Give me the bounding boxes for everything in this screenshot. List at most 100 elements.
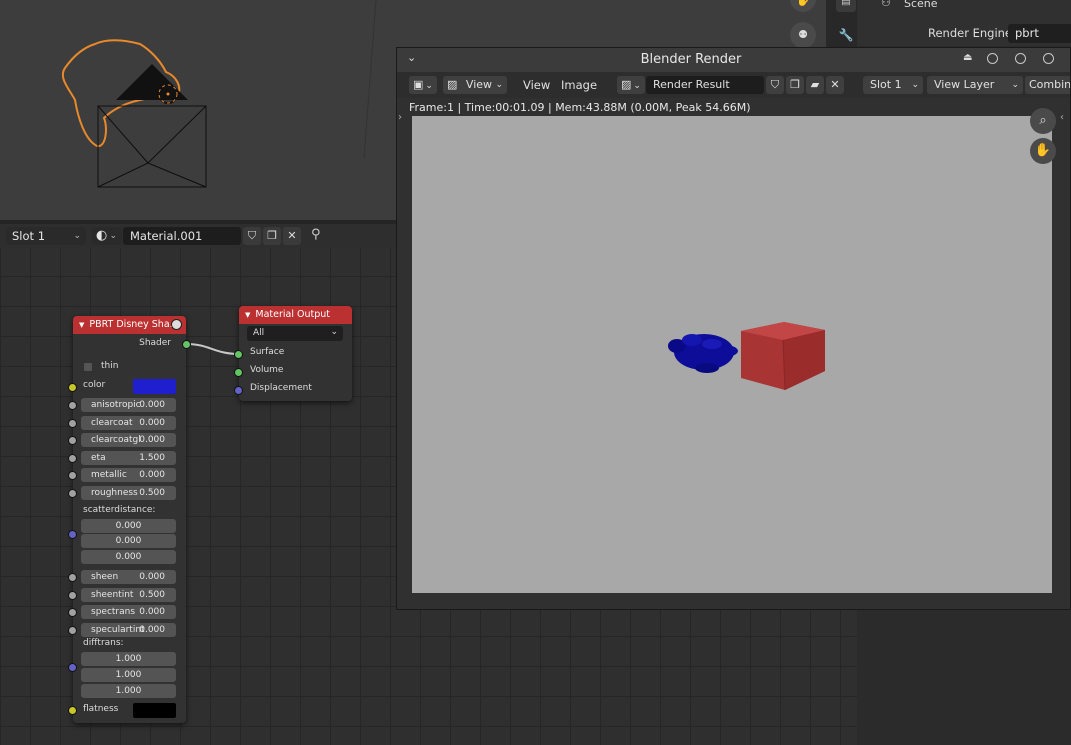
difftrans-x[interactable]: 1.000 — [81, 652, 176, 666]
render-result-image[interactable] — [412, 116, 1052, 593]
toolbar-expand-chevron-icon[interactable]: › — [398, 112, 402, 123]
unlink-image-close-icon[interactable]: ✕ — [826, 76, 844, 94]
node-header[interactable]: ▼ PBRT Disney Sha... — [73, 316, 186, 334]
difftrans-y[interactable]: 1.000 — [81, 668, 176, 682]
param-field[interactable]: clearcoat 0.000 — [81, 416, 176, 430]
properties-header: ⚇ Scene Render Engine pbrt — [857, 0, 1071, 46]
window-maximize-button[interactable] — [1015, 53, 1026, 64]
param-field[interactable]: anisotropic 0.000 — [81, 398, 176, 412]
param-field[interactable]: sheen 0.000 — [81, 570, 176, 584]
material-output-node[interactable]: ▼ Material Output All ⌄ Surface Volume Di… — [234, 306, 352, 401]
render-engine-dropdown[interactable]: pbrt — [1008, 24, 1071, 43]
pin-icon[interactable]: ⚲ — [311, 227, 321, 242]
color-swatch[interactable] — [133, 379, 176, 394]
surface-socket[interactable] — [234, 350, 243, 359]
fake-user-shield-icon[interactable]: ⛉ — [766, 76, 784, 94]
param-socket[interactable] — [68, 454, 77, 463]
param-socket[interactable] — [68, 401, 77, 410]
param-label: anisotropic — [91, 400, 141, 410]
chevron-down-icon: ⌄ — [73, 231, 81, 241]
param-field[interactable]: clearcoatgl 0.000 — [81, 433, 176, 447]
difftrans-socket[interactable] — [68, 663, 77, 672]
sidebar-expand-chevron-icon[interactable]: ‹ — [1060, 112, 1064, 123]
editor-type-button[interactable]: ▣ ⌄ — [409, 76, 437, 94]
image-name-field[interactable]: Render Result — [646, 76, 764, 94]
window-close-button[interactable] — [1043, 53, 1054, 64]
surface-label: Surface — [250, 347, 285, 357]
slot-dropdown[interactable]: Slot 1 ⌄ — [6, 227, 86, 245]
scatterdistance-y[interactable]: 0.000 — [81, 534, 176, 548]
new-image-icon[interactable]: ❐ — [786, 76, 804, 94]
param-socket[interactable] — [68, 591, 77, 600]
menu-image[interactable]: Image — [561, 76, 597, 94]
param-socket[interactable] — [68, 608, 77, 617]
node-preview-icon[interactable] — [171, 319, 182, 330]
tool-tab-icon[interactable]: 🔧 — [836, 28, 856, 48]
param-value: 0.500 — [139, 590, 165, 600]
scatterdistance-x[interactable]: 0.000 — [81, 519, 176, 533]
image-editor-header: ▣ ⌄ ▨ View ⌄ View Image ▨ ⌄ Render Result … — [397, 72, 1070, 98]
menu-view[interactable]: View — [523, 76, 550, 94]
param-field[interactable]: metallic 0.000 — [81, 468, 176, 482]
window-eject-icon[interactable]: ⏏ — [963, 52, 972, 63]
param-field[interactable]: sheentint 0.500 — [81, 588, 176, 602]
displacement-socket[interactable] — [234, 386, 243, 395]
camera-view-icon[interactable]: ⚉ — [790, 22, 816, 48]
chevron-down-icon: ⌄ — [1011, 80, 1019, 90]
param-label: sheen — [91, 572, 119, 582]
image-browse-button[interactable]: ▨ ⌄ — [617, 76, 645, 94]
param-field[interactable]: eta 1.500 — [81, 451, 176, 465]
zoom-magnifier-icon[interactable]: ⌕ — [1030, 108, 1056, 134]
pan-hand-icon[interactable]: ✋ — [1030, 138, 1056, 164]
render-window[interactable]: ⌄ Blender Render ⏏ ▣ ⌄ ▨ View ⌄ View Imag… — [396, 47, 1071, 610]
flatness-swatch[interactable] — [133, 703, 176, 718]
chevron-down-icon: ⌄ — [109, 231, 117, 241]
volume-socket[interactable] — [234, 368, 243, 377]
param-socket[interactable] — [68, 573, 77, 582]
image-editor-icon: ▣ — [413, 78, 424, 91]
param-value: 0.500 — [139, 488, 165, 498]
param-socket[interactable] — [68, 471, 77, 480]
scatterdistance-z[interactable]: 0.000 — [81, 550, 176, 564]
node-header[interactable]: ▼ Material Output — [239, 306, 352, 324]
param-value: 0.000 — [139, 572, 165, 582]
shader-output-label: Shader — [139, 338, 171, 348]
output-target-dropdown[interactable]: All ⌄ — [247, 326, 343, 341]
scene-label: Scene — [904, 0, 938, 10]
render-slot-dropdown[interactable]: Slot 1 ⌄ — [863, 76, 923, 94]
render-tab-icon[interactable]: ▤ — [836, 0, 856, 12]
scatterdistance-socket[interactable] — [68, 530, 77, 539]
param-label: spectrans — [91, 607, 136, 617]
flatness-socket[interactable] — [68, 706, 77, 715]
param-value: 1.500 — [139, 453, 165, 463]
window-minimize-button[interactable] — [987, 53, 998, 64]
view-layer-dropdown[interactable]: View Layer ⌄ — [927, 76, 1023, 94]
shader-output-socket[interactable] — [182, 340, 191, 349]
pbrt-disney-shader-node[interactable]: ▼ PBRT Disney Sha... Shader thin color sc… — [68, 316, 191, 723]
material-name-field[interactable]: Material.001 — [123, 227, 241, 245]
param-socket[interactable] — [68, 436, 77, 445]
param-field[interactable]: roughness 0.500 — [81, 486, 176, 500]
render-window-titlebar[interactable]: ⌄ Blender Render ⏏ — [397, 48, 1070, 72]
red-cube-object — [741, 322, 825, 391]
param-socket[interactable] — [68, 419, 77, 428]
unlink-material-close-icon[interactable]: ✕ — [283, 227, 301, 245]
color-socket[interactable] — [68, 383, 77, 392]
open-folder-icon[interactable]: ▰ — [806, 76, 824, 94]
material-browse-button[interactable]: ◐ ⌄ — [92, 227, 122, 245]
collapse-triangle-icon[interactable]: ▼ — [79, 321, 84, 329]
chevron-down-icon: ⌄ — [425, 81, 433, 91]
collapse-triangle-icon[interactable]: ▼ — [245, 311, 250, 319]
param-field[interactable]: speculartint 0.000 — [81, 623, 176, 637]
param-field[interactable]: spectrans 0.000 — [81, 605, 176, 619]
render-pass-dropdown[interactable]: Combin — [1025, 76, 1070, 94]
duplicate-material-icon[interactable]: ❐ — [263, 227, 281, 245]
fake-user-shield-icon[interactable]: ⛉ — [243, 227, 261, 245]
difftrans-z[interactable]: 1.000 — [81, 684, 176, 698]
param-value: 0.000 — [139, 625, 165, 635]
param-socket[interactable] — [68, 626, 77, 635]
thin-checkbox[interactable] — [84, 363, 92, 371]
param-socket[interactable] — [68, 489, 77, 498]
material-sphere-icon: ◐ — [96, 228, 108, 243]
view-mode-dropdown[interactable]: ▨ View ⌄ — [443, 76, 507, 94]
